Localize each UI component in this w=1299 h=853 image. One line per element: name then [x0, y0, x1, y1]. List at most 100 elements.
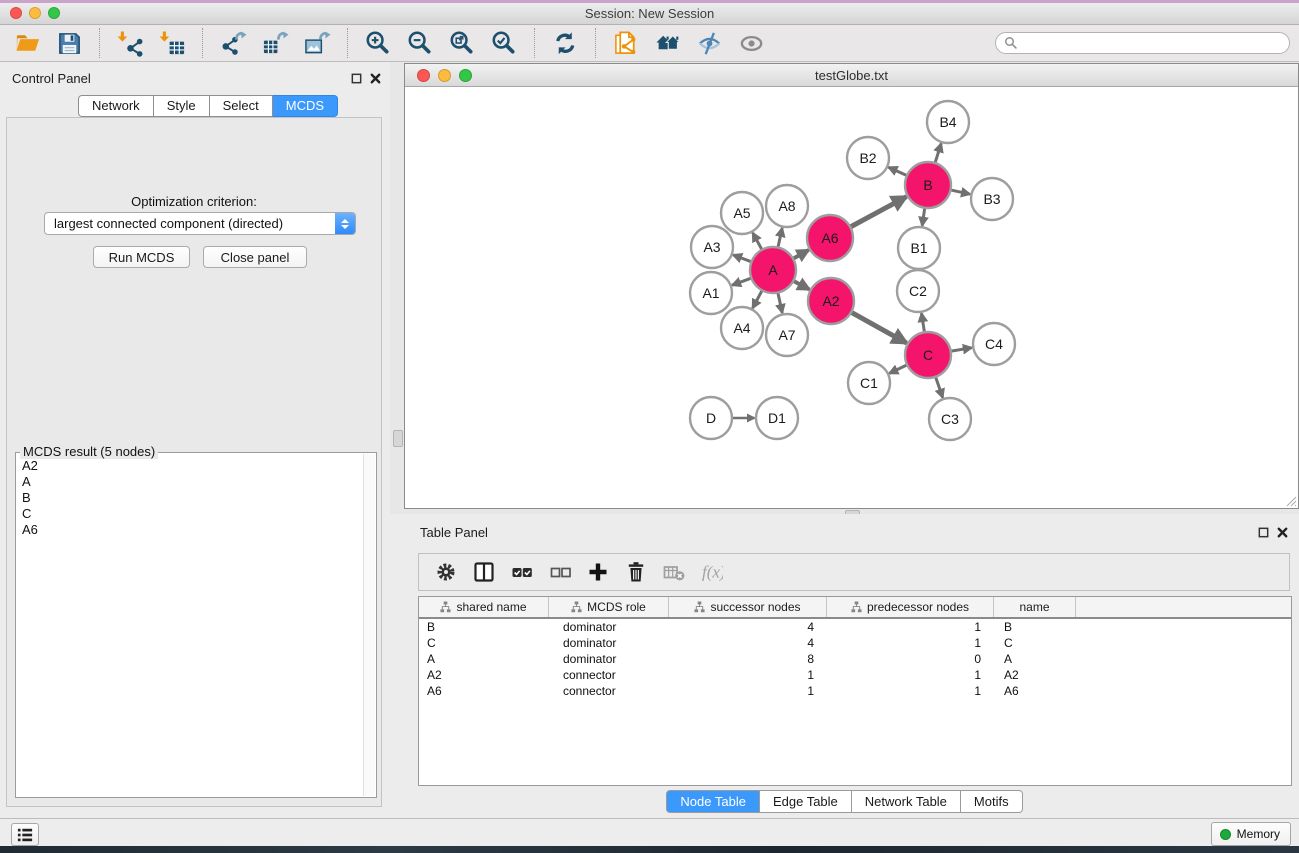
table-row[interactable]: A6connector11A6	[419, 683, 1291, 699]
import-table-icon[interactable]	[156, 27, 188, 59]
edge-A-A6[interactable]	[792, 250, 808, 259]
cell-name[interactable]: A2	[994, 668, 1076, 682]
show-panels-icon[interactable]	[736, 27, 768, 59]
node-C2[interactable]: C2	[897, 270, 939, 312]
column-header-predecessor-nodes[interactable]: predecessor nodes	[827, 597, 994, 617]
table-row[interactable]: Bdominator41B	[419, 619, 1291, 635]
node-A8[interactable]: A8	[766, 185, 808, 227]
network-canvas[interactable]: B4B2BB3A8A5A6B1A3AA1C2A2A4A7CC4C1C3DD1	[405, 88, 1298, 508]
table-row[interactable]: Cdominator41C	[419, 635, 1291, 651]
zoom-in-icon[interactable]	[362, 27, 394, 59]
edge-A-A4[interactable]	[753, 289, 763, 308]
close-table-panel-icon[interactable]	[1276, 526, 1289, 539]
criterion-dropdown[interactable]: largest connected component (directed)	[44, 212, 356, 235]
cell-name[interactable]: B	[994, 620, 1076, 634]
edge-C-C1[interactable]	[889, 364, 908, 373]
clear-row-selection-icon[interactable]	[545, 558, 575, 586]
tab-select[interactable]: Select	[210, 95, 273, 117]
hide-panels-icon[interactable]	[694, 27, 726, 59]
resize-grip[interactable]	[1285, 495, 1297, 507]
node-B4[interactable]: B4	[927, 101, 969, 143]
cell-name[interactable]: C	[994, 636, 1076, 650]
edge-A-A2[interactable]	[792, 280, 809, 289]
cell-successor-nodes[interactable]: 4	[669, 620, 827, 634]
select-all-rows-icon[interactable]	[507, 558, 537, 586]
cell-successor-nodes[interactable]: 1	[669, 668, 827, 682]
zoom-window-button[interactable]	[48, 7, 60, 19]
float-panel-icon[interactable]	[350, 72, 363, 85]
result-item[interactable]: A	[22, 474, 364, 490]
cell-name[interactable]: A6	[994, 684, 1076, 698]
export-image-icon[interactable]	[301, 27, 333, 59]
edge-A-A1[interactable]	[732, 278, 752, 286]
tab-motifs[interactable]: Motifs	[961, 790, 1023, 813]
cell-predecessor-nodes[interactable]: 0	[827, 652, 994, 666]
edge-A-A7[interactable]	[778, 292, 783, 314]
export-table-icon[interactable]	[259, 27, 291, 59]
zoom-fit-icon[interactable]	[446, 27, 478, 59]
cell-shared-name[interactable]: C	[419, 636, 549, 650]
close-panel-button[interactable]: Close panel	[203, 246, 307, 268]
column-header-name[interactable]: name	[994, 597, 1076, 617]
network-window-titlebar[interactable]: testGlobe.txt	[405, 64, 1298, 87]
edge-B-B4[interactable]	[935, 143, 942, 164]
edge-B-B1[interactable]	[922, 207, 925, 226]
cell-predecessor-nodes[interactable]: 1	[827, 620, 994, 634]
tab-edge-table[interactable]: Edge Table	[760, 790, 852, 813]
cell-shared-name[interactable]: A2	[419, 668, 549, 682]
export-network-icon[interactable]	[217, 27, 249, 59]
node-B2[interactable]: B2	[847, 137, 889, 179]
vertical-splitter-handle[interactable]	[393, 430, 403, 447]
create-column-icon[interactable]	[583, 558, 613, 586]
column-header-MCDS-role[interactable]: MCDS role	[549, 597, 669, 617]
cell-shared-name[interactable]: A6	[419, 684, 549, 698]
close-window-button[interactable]	[10, 7, 22, 19]
show-columns-icon[interactable]	[469, 558, 499, 586]
edge-C-C2[interactable]	[922, 313, 925, 333]
run-mcds-button[interactable]: Run MCDS	[93, 246, 190, 268]
network-minimize-button[interactable]	[438, 69, 451, 82]
table-settings-icon[interactable]	[431, 558, 461, 586]
node-D1[interactable]: D1	[756, 397, 798, 439]
node-A2[interactable]: A2	[808, 278, 854, 324]
node-A4[interactable]: A4	[721, 307, 763, 349]
tab-network[interactable]: Network	[78, 95, 154, 117]
node-A6[interactable]: A6	[807, 215, 853, 261]
cell-name[interactable]: A	[994, 652, 1076, 666]
node-B1[interactable]: B1	[898, 227, 940, 269]
tab-style[interactable]: Style	[154, 95, 210, 117]
cell-successor-nodes[interactable]: 8	[669, 652, 827, 666]
node-C3[interactable]: C3	[929, 398, 971, 440]
delete-column-icon[interactable]	[621, 558, 651, 586]
node-C4[interactable]: C4	[973, 323, 1015, 365]
zoom-out-icon[interactable]	[404, 27, 436, 59]
column-header-successor-nodes[interactable]: successor nodes	[669, 597, 827, 617]
cell-MCDS-role[interactable]: dominator	[549, 652, 669, 666]
save-session-icon[interactable]	[53, 27, 85, 59]
result-scrollbar[interactable]	[363, 454, 375, 796]
task-history-button[interactable]	[11, 823, 39, 846]
node-A3[interactable]: A3	[691, 226, 733, 268]
node-C[interactable]: C	[905, 332, 951, 378]
node-A1[interactable]: A1	[690, 272, 732, 314]
table-row[interactable]: Adominator80A	[419, 651, 1291, 667]
result-item[interactable]: A2	[22, 458, 364, 474]
cell-MCDS-role[interactable]: connector	[549, 668, 669, 682]
cell-MCDS-role[interactable]: dominator	[549, 620, 669, 634]
search-input[interactable]	[1022, 33, 1289, 53]
node-A[interactable]: A	[750, 247, 796, 293]
minimize-window-button[interactable]	[29, 7, 41, 19]
refresh-icon[interactable]	[549, 27, 581, 59]
tab-mcds[interactable]: MCDS	[273, 95, 338, 117]
cell-successor-nodes[interactable]: 4	[669, 636, 827, 650]
memory-button[interactable]: Memory	[1211, 822, 1291, 846]
edge-C-C3[interactable]	[935, 376, 943, 398]
close-panel-icon[interactable]	[369, 72, 382, 85]
edge-C-C4[interactable]	[950, 348, 972, 352]
node-B3[interactable]: B3	[971, 178, 1013, 220]
edge-B-B2[interactable]	[889, 167, 908, 176]
zoom-selected-icon[interactable]	[488, 27, 520, 59]
cell-MCDS-role[interactable]: connector	[549, 684, 669, 698]
column-header-shared-name[interactable]: shared name	[419, 597, 549, 617]
float-table-panel-icon[interactable]	[1257, 526, 1270, 539]
